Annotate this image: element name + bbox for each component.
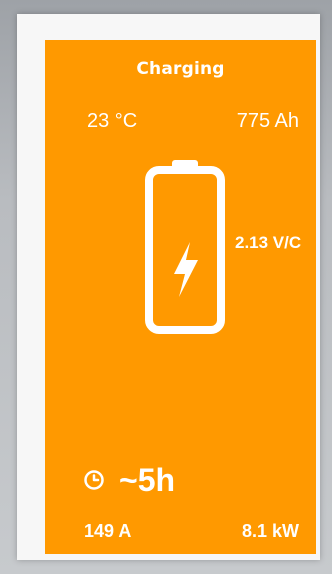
- power-value: 8.1 kW: [241, 521, 299, 541]
- current-value: 149 A: [84, 521, 132, 541]
- time-remaining-value: ~5h: [119, 462, 176, 498]
- capacity-value: 775 Ah: [236, 110, 299, 132]
- time-remaining-row: ~5h: [83, 460, 175, 500]
- voltage-per-cell-value: 2.13 V/C: [235, 233, 302, 252]
- charging-status-card: Charging 23 °C 775 Ah 2.13 V/C ~5h 149 A…: [45, 40, 316, 554]
- battery-charging-icon: [145, 160, 225, 336]
- status-title: Charging: [136, 59, 225, 79]
- clock-icon: [83, 469, 105, 491]
- temperature-value: 23 °C: [87, 110, 138, 132]
